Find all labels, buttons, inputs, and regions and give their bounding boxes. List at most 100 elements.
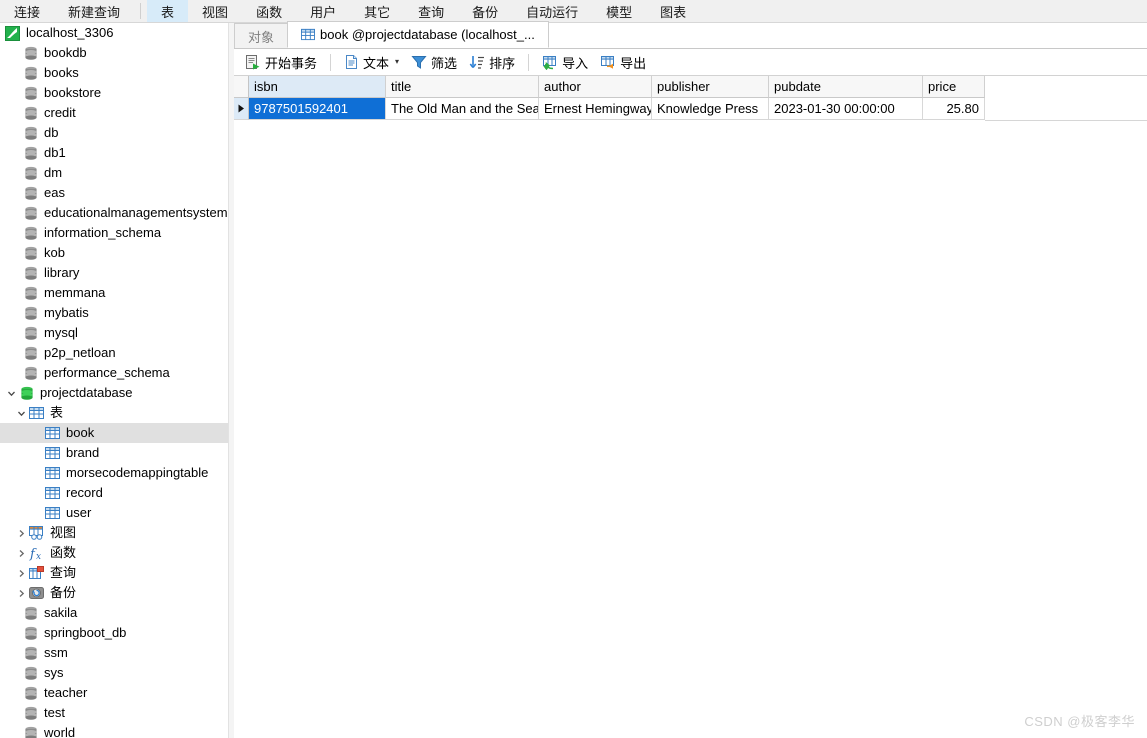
chevron-right-icon[interactable] <box>14 563 28 583</box>
tree-item-database[interactable]: mysql <box>0 323 228 343</box>
menu-item-chart[interactable]: 图表 <box>646 0 700 22</box>
tree-item-view[interactable]: 视图 <box>0 523 228 543</box>
tree-item-database[interactable]: world <box>0 723 228 738</box>
grid-toolbar: 开始事务 文本 ▾ 筛选 排序 导入 导出 <box>234 49 1147 76</box>
cell-price[interactable]: 25.80 <box>923 98 985 120</box>
menu-item-other[interactable]: 其它 <box>350 0 404 22</box>
tab-objects[interactable]: 对象 <box>234 23 289 48</box>
tree-item-label: 查询 <box>50 565 77 580</box>
tree-item-table-morsecodemappingtable[interactable]: morsecodemappingtable <box>0 463 228 483</box>
cell-pubdate[interactable]: 2023-01-30 00:00:00 <box>769 98 923 120</box>
tree-item-tables-folder[interactable]: 表 <box>0 403 228 423</box>
menu-item-backup[interactable]: 备份 <box>458 0 512 22</box>
menu-label: 查询 <box>418 4 445 20</box>
tree-item-database[interactable]: test <box>0 703 228 723</box>
column-header-author[interactable]: author <box>539 76 652 98</box>
column-header-price[interactable]: price <box>923 76 985 98</box>
menu-item-view[interactable]: 视图 <box>188 0 242 22</box>
menu-item-query[interactable]: 查询 <box>404 0 458 22</box>
cell-title[interactable]: The Old Man and the Sea <box>386 98 539 120</box>
chevron-down-icon[interactable] <box>4 383 18 403</box>
data-grid[interactable]: isbn title author publisher pubdate price 978… <box>234 76 1147 121</box>
chevron-right-icon[interactable] <box>14 523 28 543</box>
database-icon <box>22 103 39 123</box>
tree-item-label: eas <box>44 185 65 200</box>
tree-item-database[interactable]: dm <box>0 163 228 183</box>
database-icon <box>22 683 39 703</box>
chevron-right-icon[interactable] <box>14 543 28 563</box>
tree-item-database[interactable]: bookstore <box>0 83 228 103</box>
tab-book-table[interactable]: book @projectdatabase (localhost_... <box>287 21 549 48</box>
export-button[interactable]: 导出 <box>594 50 652 74</box>
import-button[interactable]: 导入 <box>536 50 594 74</box>
backup-icon <box>28 583 45 603</box>
tree-item-database[interactable]: kob <box>0 243 228 263</box>
cell-isbn[interactable]: 9787501592401 <box>249 98 386 120</box>
tree-item-label: sakila <box>44 605 78 620</box>
tree-item-database[interactable]: educationalmanagementsystem <box>0 203 228 223</box>
button-label: 筛选 <box>431 55 458 71</box>
tree-item-database[interactable]: sys <box>0 663 228 683</box>
database-icon <box>22 243 39 263</box>
tree-item-database[interactable]: memmana <box>0 283 228 303</box>
tree-item-table-brand[interactable]: brand <box>0 443 228 463</box>
tree-item-database[interactable]: db1 <box>0 143 228 163</box>
tree-item-database[interactable]: teacher <box>0 683 228 703</box>
column-header-title[interactable]: title <box>386 76 539 98</box>
tree-item-label: mybatis <box>44 305 89 320</box>
table-row[interactable]: 9787501592401 The Old Man and the Sea Erne… <box>234 98 1147 121</box>
menu-label: 模型 <box>606 4 633 20</box>
menu-item-function[interactable]: 函数 <box>242 0 296 22</box>
database-icon <box>22 303 39 323</box>
database-list-continued: sakila springboot_db ssm sys teacher test worl… <box>0 603 228 738</box>
tree-item-database[interactable]: eas <box>0 183 228 203</box>
tree-item-database[interactable]: springboot_db <box>0 623 228 643</box>
chevron-down-icon[interactable] <box>14 403 28 423</box>
cell-publisher[interactable]: Knowledge Press <box>652 98 769 120</box>
menu-item-automation[interactable]: 自动运行 <box>512 0 592 22</box>
tree-item-database[interactable]: performance_schema <box>0 363 228 383</box>
object-tree-sidebar[interactable]: localhost_3306 bookdb books bookstore credi… <box>0 23 228 738</box>
tree-item-database[interactable]: bookdb <box>0 43 228 63</box>
chevron-right-icon[interactable] <box>14 583 28 603</box>
tree-item-database[interactable]: mybatis <box>0 303 228 323</box>
tree-item-database[interactable]: credit <box>0 103 228 123</box>
import-icon <box>542 54 558 70</box>
tree-item-function[interactable]: f x 函数 <box>0 543 228 563</box>
tree-item-database[interactable]: sakila <box>0 603 228 623</box>
tree-item-query[interactable]: 查询 <box>0 563 228 583</box>
database-list: bookdb books bookstore credit db db1 dm eas educ… <box>0 43 228 383</box>
menu-label: 函数 <box>256 4 283 20</box>
menu-item-model[interactable]: 模型 <box>592 0 646 22</box>
tree-item-database[interactable]: library <box>0 263 228 283</box>
column-header-pubdate[interactable]: pubdate <box>769 76 923 98</box>
tree-item-database[interactable]: db <box>0 123 228 143</box>
column-header-isbn[interactable]: isbn <box>249 76 386 98</box>
tree-item-backup[interactable]: 备份 <box>0 583 228 603</box>
table-icon <box>44 423 61 443</box>
tree-item-database[interactable]: ssm <box>0 643 228 663</box>
begin-transaction-button[interactable]: 开始事务 <box>239 50 323 74</box>
cell-author[interactable]: Ernest Hemingway <box>539 98 652 120</box>
tree-item-database[interactable]: information_schema <box>0 223 228 243</box>
menu-item-table[interactable]: 表 <box>147 0 189 22</box>
menu-item-user[interactable]: 用户 <box>296 0 350 22</box>
menu-item-connection[interactable]: 连接 <box>0 0 54 22</box>
tree-item-table-book[interactable]: book <box>0 423 228 443</box>
tree-item-database[interactable]: books <box>0 63 228 83</box>
tree-item-connection[interactable]: localhost_3306 <box>0 23 228 43</box>
tree-item-database[interactable]: p2p_netloan <box>0 343 228 363</box>
column-header-publisher[interactable]: publisher <box>652 76 769 98</box>
tree-item-label: dm <box>44 165 63 180</box>
tree-item-projectdatabase[interactable]: projectdatabase <box>0 383 228 403</box>
text-button[interactable]: 文本 ▾ <box>338 50 405 74</box>
grid-header-filler <box>985 76 1147 99</box>
sort-button[interactable]: 排序 <box>463 50 521 74</box>
tree-item-table-record[interactable]: record <box>0 483 228 503</box>
tree-item-table-user[interactable]: user <box>0 503 228 523</box>
database-icon <box>22 343 39 363</box>
chevron-down-icon[interactable]: ▾ <box>395 58 399 66</box>
filter-button[interactable]: 筛选 <box>405 50 463 74</box>
tree-item-label: 表 <box>50 405 64 420</box>
menu-item-new-query[interactable]: 新建查询 <box>54 0 134 22</box>
